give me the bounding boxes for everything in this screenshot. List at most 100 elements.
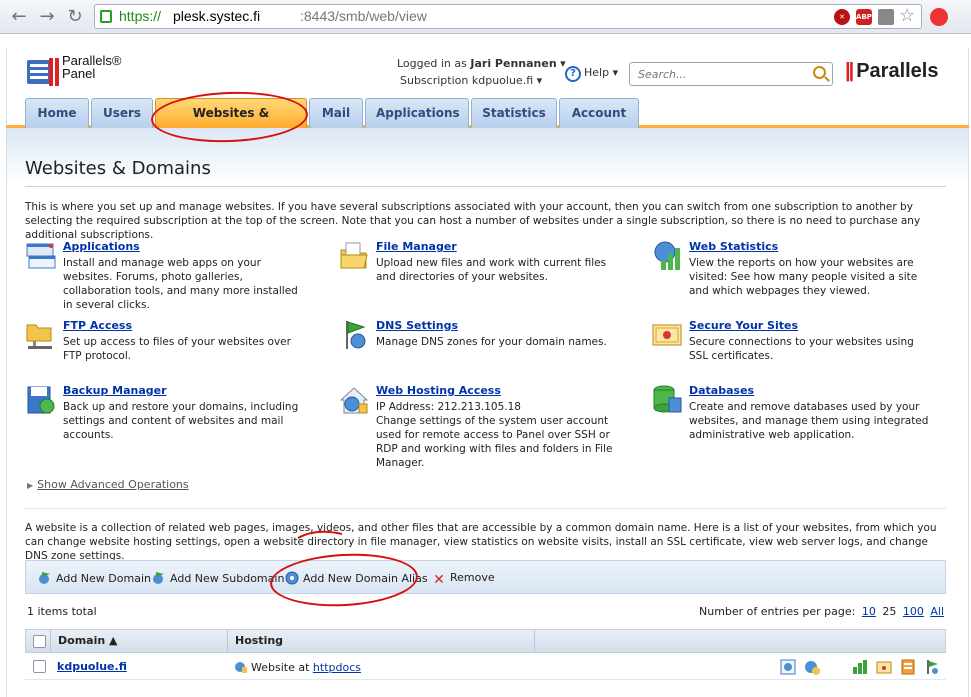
web-statistics-icon <box>654 241 680 270</box>
tab-statistics[interactable]: Statistics <box>471 98 557 128</box>
add-new-domain-button[interactable]: Add New Domain <box>38 571 151 585</box>
file-manager-link[interactable]: File Manager <box>376 240 457 253</box>
logo-text: Parallels® Panel <box>62 54 121 80</box>
column-separator <box>227 630 228 652</box>
content-area: Websites & Domains This is where you set… <box>6 128 969 697</box>
tab-users[interactable]: Users <box>91 98 153 128</box>
back-arrow-icon[interactable]: ← <box>8 6 30 28</box>
logs-icon[interactable] <box>900 659 916 675</box>
add-new-subdomain-button[interactable]: Add New Subdomain <box>152 571 284 585</box>
column-domain[interactable]: Domain ▲ <box>58 630 117 652</box>
backup-manager-link[interactable]: Backup Manager <box>63 384 167 397</box>
parallels-brand-logo: || Parallels <box>845 60 939 83</box>
column-hosting: Hosting <box>235 634 284 647</box>
applications-icon <box>26 243 56 269</box>
expand-triangle-icon: ▶ <box>27 481 34 490</box>
globe-settings-icon[interactable] <box>804 659 820 675</box>
show-advanced-link[interactable]: Show Advanced Operations <box>37 478 188 491</box>
web-hosting-access-icon <box>339 387 369 414</box>
hosting-cell: Website at httpdocs <box>234 660 361 674</box>
add-domain-icon <box>39 572 50 584</box>
annotation-stroke <box>297 530 343 539</box>
help-menu[interactable]: ? Help ▾ <box>565 66 618 82</box>
select-all-checkbox[interactable] <box>33 635 46 648</box>
ssl-certificate-icon[interactable] <box>876 659 892 675</box>
databases-link[interactable]: Databases <box>689 384 754 397</box>
tab-applications[interactable]: Applications <box>365 98 469 128</box>
tab-websites-domains[interactable]: Websites & Domains <box>155 98 307 149</box>
title-divider <box>25 186 946 187</box>
databases-icon <box>653 385 682 413</box>
per-page-all[interactable]: All <box>930 605 944 618</box>
web-statistics-link[interactable]: Web Statistics <box>689 240 778 253</box>
browser-toolbar: ← → ↻ https:// plesk.systec.fi :8443/smb… <box>0 0 971 34</box>
items-total: 1 items total <box>27 605 97 618</box>
add-subdomain-icon <box>153 572 164 584</box>
statistics-icon[interactable] <box>852 659 868 675</box>
add-new-domain-alias-button[interactable]: Add New Domain Alias <box>285 571 428 585</box>
reload-icon[interactable]: ↻ <box>64 6 86 28</box>
backup-manager-desc: Back up and restore your domains, includ… <box>63 401 299 441</box>
per-page-10[interactable]: 10 <box>862 605 876 618</box>
websites-toolbar: Add New Domain Add New Subdomain Add New… <box>25 560 946 594</box>
subscription-selector[interactable]: Subscription kdpuolue.fi ▾ <box>400 74 542 87</box>
entries-per-page: Number of entries per page: 10 25 100 Al… <box>699 605 944 618</box>
tab-mail[interactable]: Mail <box>309 98 363 128</box>
dns-settings-link[interactable]: DNS Settings <box>376 319 458 332</box>
dns-flag-icon[interactable] <box>924 659 940 675</box>
ftp-access-icon <box>26 324 52 349</box>
secure-sites-link[interactable]: Secure Your Sites <box>689 319 798 332</box>
table-row: kdpuolue.fi Website at httpdocs <box>25 654 946 680</box>
file-manager-desc: Upload new files and work with current f… <box>376 257 607 283</box>
brand-text: Parallels <box>856 60 939 82</box>
remove-x-icon: ✕ <box>433 572 445 588</box>
extension-icon[interactable] <box>878 9 894 25</box>
per-page-100[interactable]: 100 <box>903 605 924 618</box>
secure-sites-desc: Secure connections to your websites usin… <box>689 336 914 362</box>
browser-menu-icon[interactable] <box>930 8 948 26</box>
per-page-25: 25 <box>882 605 897 618</box>
web-hosting-access-desc: IP Address: 212.213.105.18 Change settin… <box>376 401 613 469</box>
user-menu[interactable]: Jari Pennanen <box>470 57 556 70</box>
search-icon[interactable] <box>813 66 826 79</box>
tab-home[interactable]: Home <box>25 98 89 128</box>
preview-site-icon[interactable] <box>780 659 796 675</box>
main-tabs: Home Users Websites & Domains Mail Appli… <box>6 98 969 149</box>
domain-link[interactable]: kdpuolue.fi <box>57 660 127 673</box>
ftp-access-link[interactable]: FTP Access <box>63 319 132 332</box>
remove-label: Remove <box>450 571 495 584</box>
subscription-prefix: Subscription <box>400 74 469 87</box>
httpdocs-link[interactable]: httpdocs <box>313 661 361 674</box>
forward-arrow-icon[interactable]: → <box>36 6 58 28</box>
certificate-icon <box>652 324 682 346</box>
help-icon: ? <box>565 66 581 82</box>
databases-desc: Create and remove databases used by your… <box>689 401 929 441</box>
web-hosting-access-link[interactable]: Web Hosting Access <box>376 384 501 397</box>
blocked-extension-icon[interactable]: ✕ <box>834 9 850 25</box>
file-manager-icon <box>340 242 368 269</box>
adblock-icon[interactable]: ABP <box>856 9 872 25</box>
show-advanced-operations[interactable]: ▶ Show Advanced Operations <box>27 478 189 491</box>
search-input[interactable] <box>636 66 801 82</box>
address-bar[interactable]: https:// plesk.systec.fi :8443/smb/web/v… <box>94 4 922 29</box>
url-path: :8443/smb/web/view <box>300 8 427 24</box>
logo-line-2: Panel <box>62 66 96 81</box>
tab-account[interactable]: Account <box>559 98 639 128</box>
column-separator <box>50 630 51 652</box>
applications-link[interactable]: Applications <box>63 240 140 253</box>
dns-settings-icon <box>346 321 366 349</box>
subscription-name[interactable]: kdpuolue.fi <box>472 74 533 87</box>
add-new-subdomain-label: Add New Subdomain <box>170 572 285 585</box>
add-new-domain-label: Add New Domain <box>56 572 151 585</box>
ftp-access-desc: Set up access to files of your websites … <box>63 336 291 362</box>
row-checkbox[interactable] <box>33 660 46 673</box>
remove-button[interactable]: ✕ Remove <box>432 571 495 587</box>
column-separator <box>534 630 535 652</box>
parallels-bars-icon: || <box>845 60 854 82</box>
page-title: Websites & Domains <box>25 158 211 179</box>
url-scheme: https:// <box>119 8 162 24</box>
website-icon <box>235 662 247 673</box>
bookmark-star-icon[interactable]: ☆ <box>899 5 915 26</box>
dns-settings-desc: Manage DNS zones for your domain names. <box>376 336 607 348</box>
hosting-prefix: Website at <box>251 661 310 674</box>
